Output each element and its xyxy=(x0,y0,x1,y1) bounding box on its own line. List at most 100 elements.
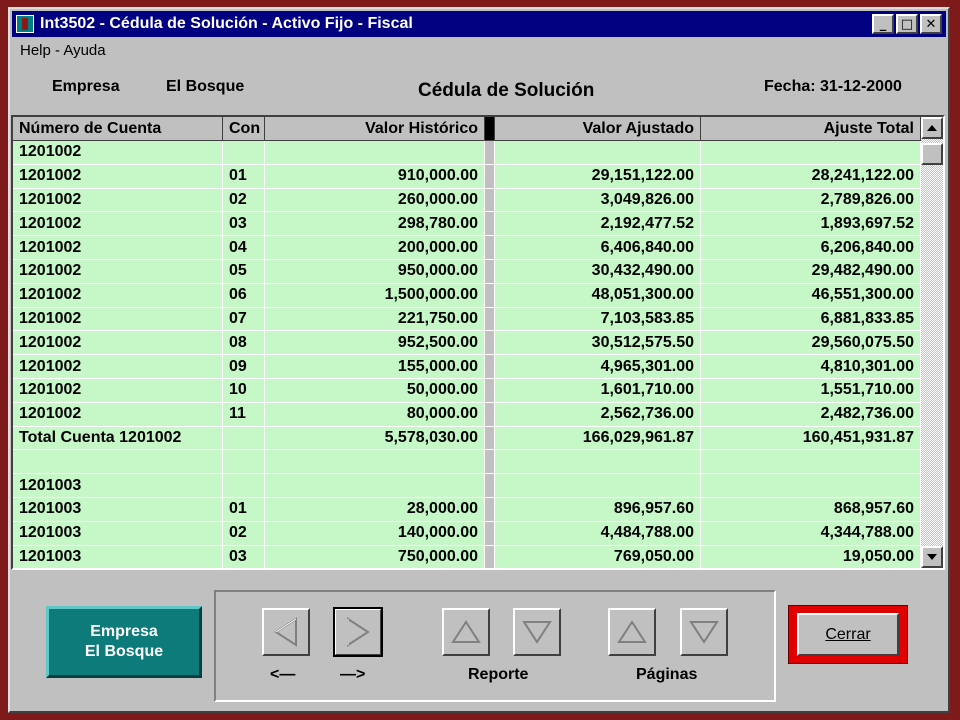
table-cell: 4,484,788.00 xyxy=(495,521,701,545)
table-row[interactable]: 1201003 03 750,000.00 769,050.00 19,050.00 xyxy=(13,545,921,568)
empresa-button-line2: El Bosque xyxy=(84,643,164,660)
col-header-historico[interactable]: Valor Histórico xyxy=(265,117,485,140)
table-cell: 1201003 xyxy=(13,545,223,568)
table-row[interactable]: 1201002 10 50,000.00 1,601,710.00 1,551,710.… xyxy=(13,378,921,403)
table-cell: 48,051,300.00 xyxy=(495,283,701,307)
table-cell: 80,000.00 xyxy=(265,402,485,426)
table-cell xyxy=(223,474,265,497)
table-row[interactable]: 1201002 11 80,000.00 2,562,736.00 2,482,736.… xyxy=(13,402,921,427)
table-cell: 160,451,931.87 xyxy=(701,426,921,450)
paginas-label: Páginas xyxy=(636,666,698,683)
table-row[interactable]: 1201002 xyxy=(13,141,921,165)
col-header-con[interactable]: Con xyxy=(223,117,265,140)
vertical-scrollbar[interactable] xyxy=(921,117,943,568)
minimize-button[interactable]: _ xyxy=(872,14,894,34)
table-cell: Total Cuenta 1201002 xyxy=(13,426,223,450)
table-cell: 7,103,583.85 xyxy=(495,307,701,331)
table-row[interactable]: 1201003 xyxy=(13,474,921,498)
prev-record-button[interactable] xyxy=(262,608,310,656)
table-cell: 6,206,840.00 xyxy=(701,236,921,259)
table-cell: 2,192,477.52 xyxy=(495,212,701,236)
table-cell: 868,957.60 xyxy=(701,497,921,521)
next-record-button[interactable] xyxy=(333,607,383,657)
col-header-ajustado[interactable]: Valor Ajustado xyxy=(495,117,701,140)
table-row[interactable]: 1201002 05 950,000.00 30,432,490.00 29,482,4… xyxy=(13,259,921,284)
table-cell xyxy=(223,450,265,474)
table-cell: 07 xyxy=(223,307,265,331)
paginas-down-button[interactable] xyxy=(680,608,728,656)
scroll-down-button[interactable] xyxy=(921,546,943,568)
table-cell: 29,151,122.00 xyxy=(495,164,701,188)
table-row[interactable]: 1201002 06 1,500,000.00 48,051,300.00 46,551… xyxy=(13,283,921,308)
table-cell: 1201002 xyxy=(13,188,223,212)
table-cell: 05 xyxy=(223,259,265,283)
table-cell: 5,578,030.00 xyxy=(265,426,485,450)
maximize-button[interactable]: □ xyxy=(896,14,918,34)
column-splitter-cell xyxy=(485,474,495,497)
table-row[interactable]: 1201002 02 260,000.00 3,049,826.00 2,789,826… xyxy=(13,188,921,213)
scroll-up-button[interactable] xyxy=(921,117,943,139)
close-button[interactable]: ✕ xyxy=(920,14,942,34)
table-cell: 02 xyxy=(223,188,265,212)
data-grid[interactable]: Número de Cuenta Con Valor Histórico Val… xyxy=(11,115,945,570)
column-splitter[interactable] xyxy=(485,117,495,140)
table-cell: 2,562,736.00 xyxy=(495,402,701,426)
column-splitter-cell xyxy=(485,402,495,426)
table-row[interactable]: 1201002 01 910,000.00 29,151,122.00 28,241,1… xyxy=(13,164,921,189)
table-cell xyxy=(265,474,485,497)
reporte-up-button[interactable] xyxy=(442,608,490,656)
cerrar-label: Cerrar xyxy=(825,625,871,643)
empresa-value: El Bosque xyxy=(166,78,245,95)
column-splitter-cell xyxy=(485,283,495,307)
table-row[interactable]: 1201002 08 952,500.00 30,512,575.50 29,560,0… xyxy=(13,331,921,356)
cerrar-highlight: Cerrar xyxy=(788,605,908,664)
col-header-ajuste-total[interactable]: Ajuste Total xyxy=(701,117,921,140)
table-cell: 1201002 xyxy=(13,164,223,188)
table-cell: 03 xyxy=(223,545,265,568)
table-cell: 140,000.00 xyxy=(265,521,485,545)
table-cell xyxy=(13,450,223,474)
scroll-thumb[interactable] xyxy=(921,143,943,165)
table-cell: 46,551,300.00 xyxy=(701,283,921,307)
table-cell: 30,512,575.50 xyxy=(495,331,701,355)
window-controls: _ □ ✕ xyxy=(872,14,942,34)
table-cell: 2,482,736.00 xyxy=(701,402,921,426)
table-row[interactable]: 1201002 09 155,000.00 4,965,301.00 4,810,301… xyxy=(13,355,921,379)
cerrar-button[interactable]: Cerrar xyxy=(797,613,899,656)
table-cell: 29,482,490.00 xyxy=(701,259,921,283)
table-cell: 2,789,826.00 xyxy=(701,188,921,212)
table-row[interactable]: 1201003 01 28,000.00 896,957.60 868,957.60 xyxy=(13,497,921,522)
next-arrow-label: —> xyxy=(340,666,366,683)
triangle-left-icon xyxy=(274,617,297,647)
triangle-down-icon xyxy=(522,621,552,644)
prev-arrow-label: <— xyxy=(270,666,296,683)
table-cell xyxy=(223,141,265,164)
scroll-up-arrow-icon xyxy=(927,125,937,131)
table-cell: 1,601,710.00 xyxy=(495,378,701,402)
title-bar: Int3502 - Cédula de Solución - Activo Fi… xyxy=(12,11,946,37)
column-splitter-cell xyxy=(485,426,495,450)
table-cell: 1201002 xyxy=(13,212,223,236)
reporte-down-button[interactable] xyxy=(513,608,561,656)
table-cell: 952,500.00 xyxy=(265,331,485,355)
empresa-button[interactable]: Empresa El Bosque xyxy=(46,606,202,678)
menu-help[interactable]: Help - Ayuda xyxy=(20,42,106,59)
table-cell: 1201002 xyxy=(13,259,223,283)
table-row[interactable]: 1201002 04 200,000.00 6,406,840.00 6,206,840… xyxy=(13,236,921,260)
table-row[interactable] xyxy=(13,450,921,475)
table-row[interactable]: 1201002 07 221,750.00 7,103,583.85 6,881,833… xyxy=(13,307,921,332)
empresa-button-line1: Empresa xyxy=(90,623,158,640)
table-cell: 769,050.00 xyxy=(495,545,701,568)
table-cell: 1201002 xyxy=(13,331,223,355)
table-row[interactable]: 1201002 03 298,780.00 2,192,477.52 1,893,697… xyxy=(13,212,921,237)
col-header-cuenta[interactable]: Número de Cuenta xyxy=(13,117,223,140)
paginas-up-button[interactable] xyxy=(608,608,656,656)
column-splitter-cell xyxy=(485,236,495,259)
table-row[interactable]: 1201003 02 140,000.00 4,484,788.00 4,344,788… xyxy=(13,521,921,546)
table-cell: 01 xyxy=(223,497,265,521)
table-cell: 1201003 xyxy=(13,497,223,521)
table-cell: 03 xyxy=(223,212,265,236)
table-row[interactable]: Total Cuenta 1201002 5,578,030.00 166,029,… xyxy=(13,426,921,451)
grid-header: Número de Cuenta Con Valor Histórico Val… xyxy=(13,117,921,141)
table-cell xyxy=(495,450,701,474)
